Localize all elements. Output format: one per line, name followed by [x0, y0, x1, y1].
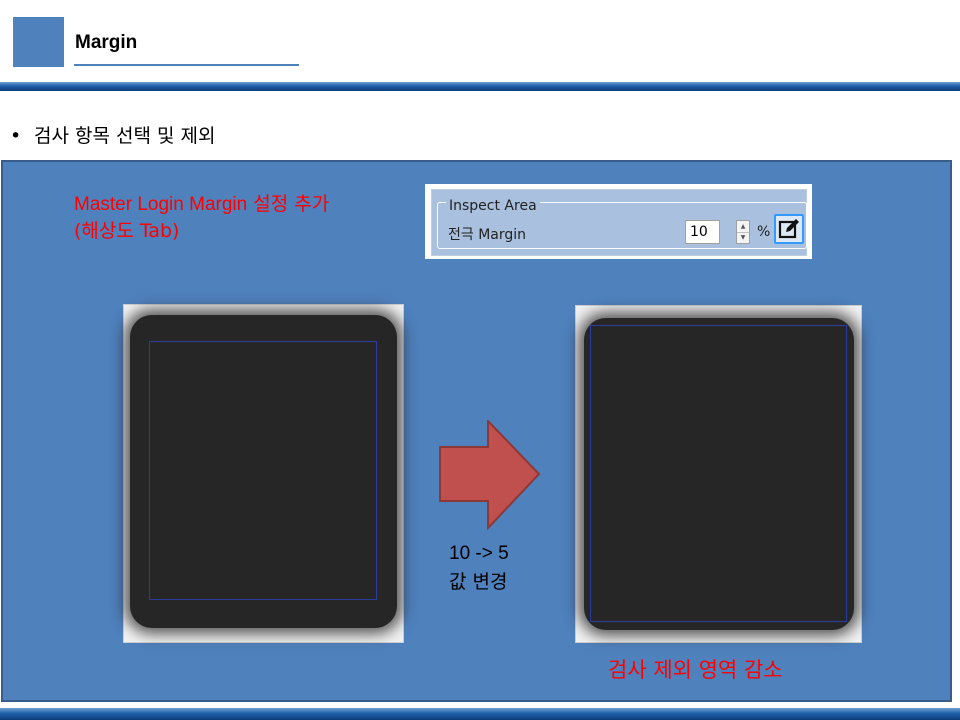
margin-note-line1: Master Login Margin 설정 추가: [74, 191, 329, 218]
result-text: 검사 제외 영역 감소: [608, 658, 783, 682]
inspect-area-legend: Inspect Area: [446, 198, 540, 214]
title-accent-square: [13, 17, 64, 67]
percent-unit: %: [757, 224, 771, 240]
bullet-dot-icon: •: [10, 125, 22, 147]
before-inspect-region: [149, 341, 377, 600]
page-title: Margin: [75, 32, 138, 53]
inspect-area-screenshot: Inspect Area 전극 Margin 10 ▲ ▼ %: [425, 184, 812, 259]
stepper-down-icon[interactable]: ▼: [737, 232, 749, 243]
after-inspect-region: [590, 325, 847, 622]
margin-note: Master Login Margin 설정 추가 (해상도 Tab): [74, 191, 329, 245]
bullet-text: 검사 항목 선택 및 제외: [34, 125, 216, 147]
margin-note-ko: 설정 추가: [247, 193, 330, 215]
margin-stepper[interactable]: ▲ ▼: [736, 220, 750, 244]
margin-note-line2: (해상도 Tab): [74, 220, 180, 242]
right-arrow-icon: [439, 420, 541, 530]
after-image: [575, 305, 862, 643]
bullet-item: • 검사 항목 선택 및 제외: [10, 121, 215, 148]
footer-band: [0, 708, 960, 720]
edit-button[interactable]: [774, 214, 804, 244]
inspect-area-panel: Inspect Area 전극 Margin 10 ▲ ▼ %: [431, 189, 807, 256]
value-change-note: 10 -> 5 값 변경: [449, 540, 509, 596]
value-change-line1: 10 -> 5: [449, 543, 509, 564]
before-image: [123, 304, 404, 643]
margin-note-en: Master Login Margin: [74, 194, 248, 215]
header-band: [0, 82, 960, 91]
electrode-margin-label: 전극 Margin: [448, 227, 527, 243]
edit-icon: [778, 219, 799, 239]
margin-input[interactable]: 10: [685, 220, 720, 244]
title-underline: [74, 64, 299, 66]
value-change-line2: 값 변경: [449, 571, 508, 593]
